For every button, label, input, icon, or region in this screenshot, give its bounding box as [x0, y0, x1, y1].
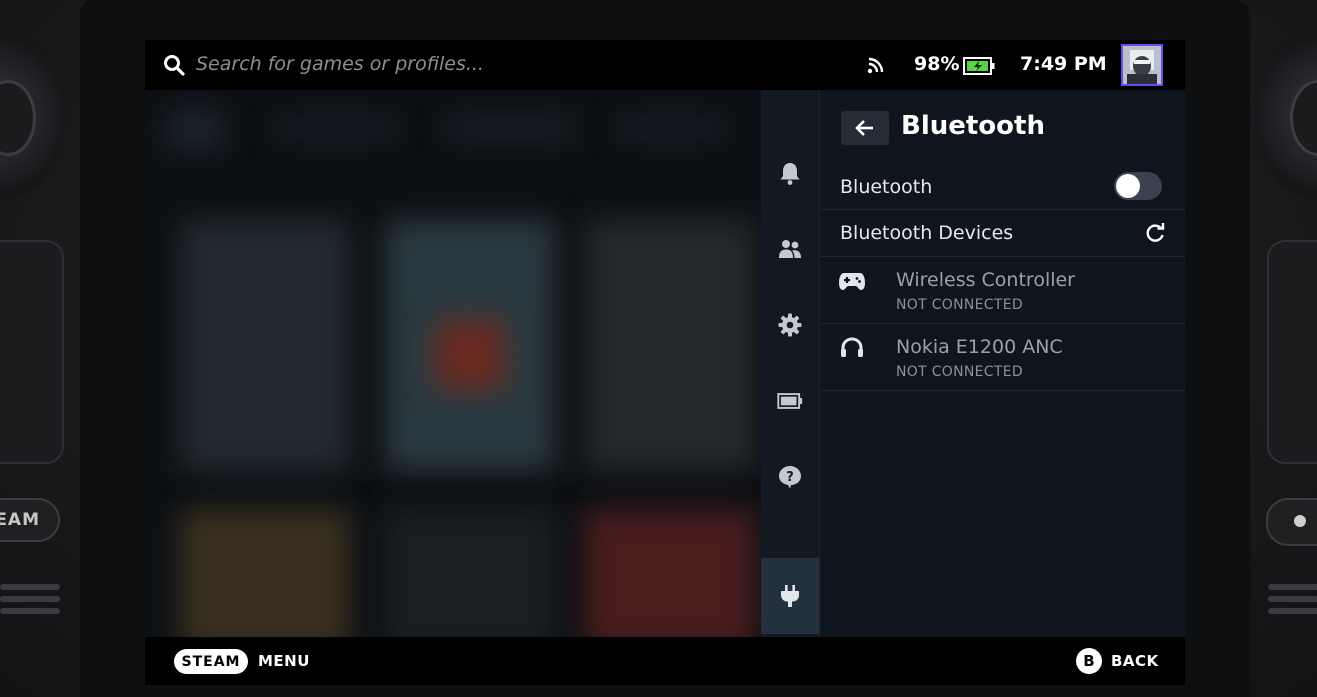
list-item-device[interactable]: Nokia E1200 ANC NOT CONNECTED [820, 324, 1185, 391]
tab-settings[interactable] [761, 287, 819, 363]
device-name: Nokia E1200 ANC [896, 336, 1063, 358]
bluetooth-panel: Bluetooth Bluetooth Bluetooth Devices Wi [819, 90, 1185, 637]
toggle-knob [1116, 174, 1140, 198]
battery-charging-icon [963, 57, 995, 75]
tab-help[interactable]: ? [761, 439, 819, 515]
bluetooth-toggle-label: Bluetooth [840, 176, 933, 198]
search-input[interactable]: Search for games or profiles... [196, 53, 484, 75]
plug-icon [781, 585, 799, 607]
battery-percent: 98% [914, 53, 960, 75]
tab-notifications[interactable] [761, 135, 819, 211]
quick-access-tabs: ? [761, 90, 819, 637]
headphones-icon [841, 337, 863, 357]
avatar[interactable] [1121, 44, 1163, 86]
hardware-menu-button [1266, 498, 1317, 546]
battery-icon [777, 393, 803, 409]
svg-text:?: ? [786, 470, 794, 485]
hardware-steam-button: EAM [0, 498, 60, 542]
right-thumbstick [1255, 30, 1317, 200]
left-trackpad [0, 240, 64, 464]
help-icon: ? [779, 466, 801, 489]
arrow-left-icon [855, 120, 873, 136]
screen: Search for games or profiles... 98% 7:49… [145, 40, 1185, 685]
refresh-icon[interactable] [1144, 222, 1166, 244]
back-button[interactable] [841, 111, 889, 145]
gear-icon [778, 313, 802, 337]
steam-button-hint[interactable]: STEAM [174, 649, 248, 674]
top-bar: Search for games or profiles... 98% 7:49… [145, 40, 1185, 90]
search-icon[interactable] [163, 54, 185, 76]
gamepad-icon [839, 273, 865, 290]
bluetooth-toggle-row: Bluetooth [820, 163, 1185, 210]
b-button-hint[interactable]: B [1076, 648, 1102, 674]
left-speaker-grille [0, 578, 60, 620]
right-trackpad [1267, 240, 1317, 464]
bottom-bar: STEAM MENU B BACK [145, 637, 1185, 685]
friends-icon [779, 240, 801, 258]
blurred-library-background [145, 90, 761, 637]
wifi-icon [867, 57, 884, 74]
bell-icon [780, 163, 800, 185]
menu-hint-label: MENU [258, 652, 310, 670]
bluetooth-devices-header: Bluetooth Devices [820, 210, 1185, 257]
bluetooth-toggle[interactable] [1114, 172, 1162, 200]
tab-friends[interactable] [761, 211, 819, 287]
device-status: NOT CONNECTED [896, 297, 1023, 313]
tab-bluetooth-devices[interactable] [761, 558, 819, 634]
device-status: NOT CONNECTED [896, 364, 1023, 380]
tab-performance[interactable] [761, 363, 819, 439]
devices-header-label: Bluetooth Devices [840, 222, 1014, 244]
device-name: Wireless Controller [896, 269, 1075, 291]
list-item-device[interactable]: Wireless Controller NOT CONNECTED [820, 257, 1185, 324]
right-speaker-grille [1268, 578, 1317, 620]
clock: 7:49 PM [1020, 53, 1107, 75]
left-thumbstick [0, 30, 65, 200]
back-hint-label: BACK [1111, 652, 1159, 670]
page-title: Bluetooth [901, 111, 1045, 141]
